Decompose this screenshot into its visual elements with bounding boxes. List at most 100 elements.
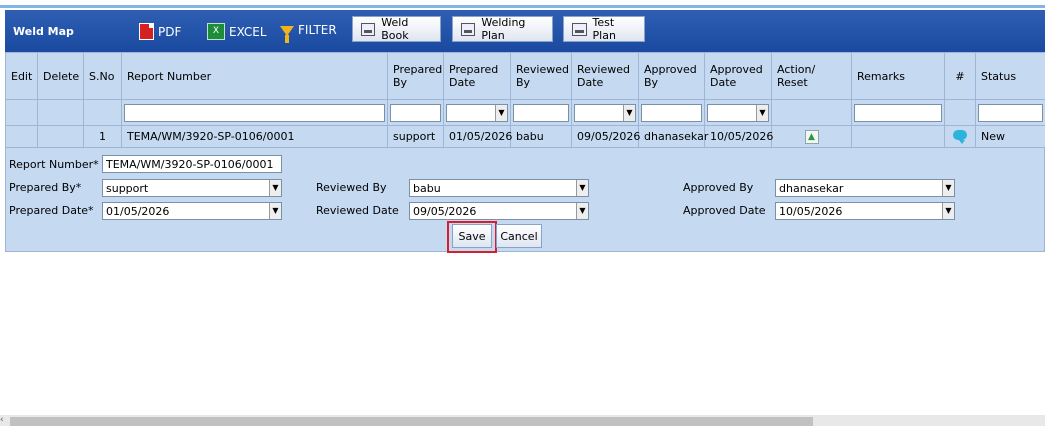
reviewed-by-value: babu	[413, 182, 441, 195]
table-row[interactable]: 1 TEMA/WM/3920-SP-0106/0001 support 01/0…	[5, 125, 1045, 148]
filter-prepared-date-select[interactable]: ▼	[446, 103, 508, 122]
test-plan-button[interactable]: Test Plan	[563, 16, 645, 42]
weld-book-label: Weld Book	[381, 16, 409, 42]
comment-icon[interactable]	[953, 130, 967, 144]
filter-cell-prepared-by	[387, 99, 444, 126]
cell-prepared-date: 01/05/2026	[443, 125, 512, 148]
col-header-sno[interactable]: S.No	[83, 52, 122, 100]
col-header-status[interactable]: Status	[975, 52, 1045, 100]
filter-cell-reviewed-by	[510, 99, 572, 126]
reviewed-date-label: Reviewed Date	[316, 204, 399, 217]
filter-prepared-by-input[interactable]	[390, 103, 441, 122]
upload-icon[interactable]: ▲	[804, 130, 819, 144]
approved-date-picker[interactable]: 10/05/2026 ▼	[775, 202, 955, 220]
cell-remarks	[851, 125, 945, 148]
approved-by-value: dhanasekar	[779, 182, 844, 195]
cell-edit	[5, 125, 38, 148]
filter-approved-by-input[interactable]	[641, 103, 702, 122]
cell-sno: 1	[83, 125, 122, 148]
col-header-reviewed-by[interactable]: Reviewed By	[510, 52, 572, 100]
col-header-delete[interactable]: Delete	[37, 52, 84, 100]
pdf-icon	[139, 23, 154, 40]
printer-icon	[572, 22, 587, 36]
filter-reviewed-by-input[interactable]	[513, 103, 569, 122]
col-header-approved-date[interactable]: Approved Date	[704, 52, 772, 100]
report-number-label: Report Number*	[9, 158, 99, 171]
filter-status-input[interactable]	[978, 103, 1043, 122]
cell-approved-date: 10/05/2026	[704, 125, 773, 148]
filter-button[interactable]: FILTER	[280, 23, 337, 43]
welding-plan-button[interactable]: Welding Plan	[452, 16, 553, 42]
chevron-down-icon: ▼	[756, 104, 768, 121]
filter-cell-prepared-date: ▼	[443, 99, 511, 126]
col-header-reviewed-date[interactable]: Reviewed Date	[571, 52, 639, 100]
excel-label: EXCEL	[229, 24, 267, 39]
filter-remarks-input[interactable]	[854, 103, 942, 122]
cancel-button[interactable]: Cancel	[496, 224, 542, 248]
filter-approved-date-select[interactable]: ▼	[707, 103, 769, 122]
approved-date-label: Approved Date	[683, 204, 766, 217]
printer-icon	[461, 22, 476, 36]
col-header-prepared-by[interactable]: Prepared By	[387, 52, 444, 100]
excel-export-button[interactable]: X EXCEL	[207, 23, 267, 40]
edit-form: Report Number* TEMA/WM/3920-SP-0106/0001…	[5, 148, 1045, 253]
save-button[interactable]: Save	[452, 224, 492, 248]
report-number-field[interactable]: TEMA/WM/3920-SP-0106/0001	[102, 155, 282, 173]
grid-header-row: Edit Delete S.No Report Number Prepared …	[5, 52, 1045, 100]
filter-cell-report-number	[121, 99, 388, 126]
col-header-report-number[interactable]: Report Number	[121, 52, 388, 100]
prepared-by-label: Prepared By*	[9, 181, 82, 194]
prepared-date-picker[interactable]: 01/05/2026 ▼	[102, 202, 282, 220]
reviewed-by-label: Reviewed By	[316, 181, 387, 194]
prepared-by-value: support	[106, 182, 149, 195]
cell-report-number: TEMA/WM/3920-SP-0106/0001	[121, 125, 388, 148]
weld-book-button[interactable]: Weld Book	[352, 16, 441, 42]
reviewed-date-value: 09/05/2026	[413, 205, 477, 218]
filter-report-number-input[interactable]	[124, 103, 385, 122]
filter-reviewed-date-select[interactable]: ▼	[574, 103, 636, 122]
col-header-approved-by[interactable]: Approved By	[638, 52, 705, 100]
test-plan-label: Test Plan	[592, 16, 616, 42]
chevron-down-icon: ▼	[576, 180, 588, 196]
filter-cell-approved-date: ▼	[704, 99, 772, 126]
filter-cell-hash	[944, 99, 976, 126]
chevron-down-icon: ▼	[623, 104, 635, 121]
reviewed-by-select[interactable]: babu ▼	[409, 179, 589, 197]
col-header-hash[interactable]: #	[944, 52, 976, 100]
pdf-export-button[interactable]: PDF	[139, 23, 181, 40]
filter-cell-status	[975, 99, 1045, 126]
prepared-date-label: Prepared Date*	[9, 204, 94, 217]
filter-icon	[280, 26, 294, 43]
filter-cell-action	[771, 99, 852, 126]
cell-reviewed-date: 09/05/2026	[571, 125, 640, 148]
col-header-remarks[interactable]: Remarks	[851, 52, 945, 100]
pdf-label: PDF	[158, 24, 182, 39]
prepared-by-select[interactable]: support ▼	[102, 179, 282, 197]
cell-reviewed-by: babu	[510, 125, 572, 148]
approved-by-select[interactable]: dhanasekar ▼	[775, 179, 955, 197]
cell-approved-by: dhanasekar	[638, 125, 708, 148]
chevron-down-icon: ▼	[269, 180, 281, 196]
chevron-down-icon: ▼	[942, 180, 954, 196]
filter-cell-reviewed-date: ▼	[571, 99, 639, 126]
chevron-down-icon: ▼	[495, 104, 507, 121]
prepared-date-value: 01/05/2026	[106, 205, 170, 218]
horizontal-scrollbar-thumb[interactable]	[10, 417, 813, 426]
cell-action: ▲	[771, 125, 852, 148]
filter-row: ▼ ▼ ▼	[5, 99, 1045, 126]
col-header-edit[interactable]: Edit	[5, 52, 38, 100]
chevron-down-icon: ▼	[576, 203, 588, 219]
cell-hash	[944, 125, 976, 148]
filter-cell-approved-by	[638, 99, 705, 126]
scroll-left-icon[interactable]: ‹	[0, 415, 4, 425]
filter-cell-edit	[5, 99, 38, 126]
cell-status: New	[975, 125, 1045, 148]
chevron-down-icon: ▼	[269, 203, 281, 219]
weld-map-grid: Edit Delete S.No Report Number Prepared …	[5, 52, 1045, 148]
page-title: Weld Map	[13, 25, 74, 38]
reviewed-date-picker[interactable]: 09/05/2026 ▼	[409, 202, 589, 220]
col-header-action-reset[interactable]: Action/ Reset	[771, 52, 852, 100]
welding-plan-label: Welding Plan	[481, 16, 526, 42]
col-header-prepared-date[interactable]: Prepared Date	[443, 52, 511, 100]
printer-icon	[361, 22, 376, 36]
